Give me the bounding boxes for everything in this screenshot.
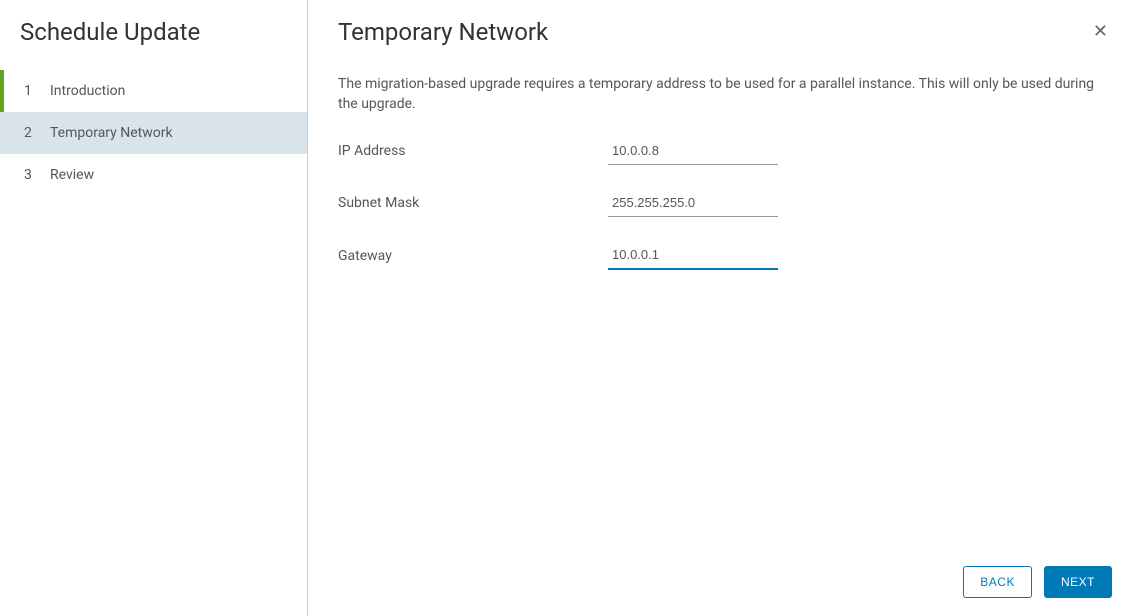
gateway-input[interactable] xyxy=(608,243,778,270)
form-row-gateway: Gateway xyxy=(338,243,1112,270)
footer-actions: BACK NEXT xyxy=(963,566,1112,598)
ip-address-input[interactable] xyxy=(608,139,778,165)
main-panel: Temporary Network ✕ The migration-based … xyxy=(308,0,1142,616)
page-title: Temporary Network xyxy=(338,18,548,46)
back-button[interactable]: BACK xyxy=(963,566,1032,598)
subnet-mask-label: Subnet Mask xyxy=(338,195,608,217)
step-label: Introduction xyxy=(50,83,125,99)
step-number: 3 xyxy=(24,167,44,183)
step-label: Review xyxy=(50,167,94,183)
form-row-subnet-mask: Subnet Mask xyxy=(338,191,1112,217)
wizard-title: Schedule Update xyxy=(0,18,307,70)
step-temporary-network[interactable]: 2 Temporary Network xyxy=(0,112,307,154)
step-number: 2 xyxy=(24,125,44,141)
step-introduction[interactable]: 1 Introduction xyxy=(0,70,307,112)
step-label: Temporary Network xyxy=(50,125,173,141)
gateway-label: Gateway xyxy=(338,248,608,270)
description-text: The migration-based upgrade requires a t… xyxy=(338,74,1108,115)
ip-address-label: IP Address xyxy=(338,143,608,165)
wizard-sidebar: Schedule Update 1 Introduction 2 Tempora… xyxy=(0,0,308,616)
next-button[interactable]: NEXT xyxy=(1044,566,1112,598)
step-number: 1 xyxy=(24,83,44,99)
subnet-mask-input[interactable] xyxy=(608,191,778,217)
form-row-ip-address: IP Address xyxy=(338,139,1112,165)
step-review[interactable]: 3 Review xyxy=(0,154,307,196)
close-icon[interactable]: ✕ xyxy=(1089,18,1112,44)
